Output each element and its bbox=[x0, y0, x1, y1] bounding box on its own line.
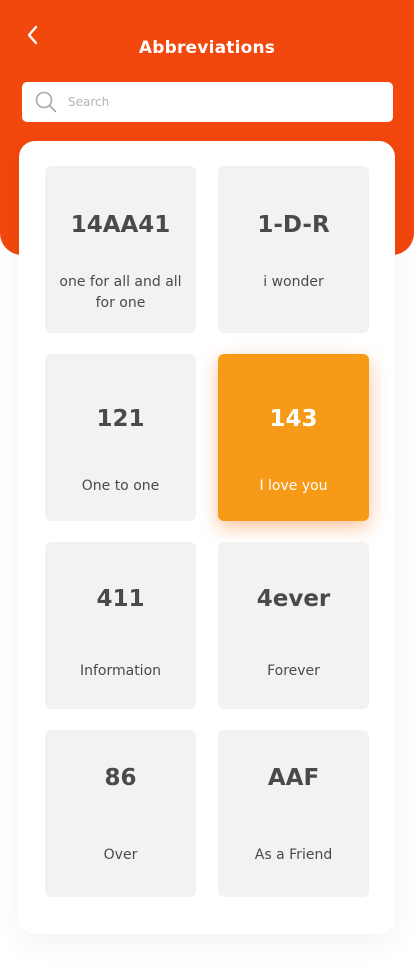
abbreviation-meaning: As a Friend bbox=[254, 847, 333, 863]
abbreviation-meaning: one for all and all for one bbox=[59, 274, 182, 311]
abbreviation-code: 143 bbox=[269, 406, 318, 432]
abbreviation-code: 86 bbox=[104, 765, 137, 791]
abbreviation-code: 1-D-R bbox=[257, 212, 330, 238]
abbreviation-card[interactable]: 121 One to one bbox=[45, 354, 196, 521]
abbreviation-meaning: i wonder bbox=[263, 274, 324, 290]
abbreviation-card[interactable]: 1-D-R i wonder bbox=[218, 166, 369, 333]
abbreviation-card[interactable]: AAF As a Friend bbox=[218, 730, 369, 897]
abbreviation-code: 4ever bbox=[256, 586, 331, 612]
abbreviation-card[interactable]: 4ever Forever bbox=[218, 542, 369, 709]
abbreviation-card[interactable]: 14AA41 one for all and all for one bbox=[45, 166, 196, 333]
search-icon bbox=[35, 91, 57, 113]
abbreviation-meaning: Forever bbox=[267, 663, 320, 679]
abbreviations-screen: Abbreviations 14AA41 one for all and all… bbox=[0, 0, 414, 979]
abbreviation-code: AAF bbox=[267, 765, 320, 791]
page-title: Abbreviations bbox=[138, 38, 276, 58]
abbreviations-panel: 14AA41 one for all and all for one 1-D-R… bbox=[19, 141, 395, 934]
abbreviation-meaning: I love you bbox=[259, 478, 328, 494]
abbreviation-meaning: Over bbox=[103, 847, 138, 863]
search-input[interactable] bbox=[68, 87, 368, 117]
abbreviation-code: 411 bbox=[96, 586, 145, 612]
abbreviation-meaning: Information bbox=[79, 663, 162, 679]
abbreviation-code: 14AA41 bbox=[70, 212, 171, 238]
search-bar[interactable] bbox=[22, 82, 393, 122]
abbreviations-grid: 14AA41 one for all and all for one 1-D-R… bbox=[45, 166, 369, 897]
abbreviation-meaning: One to one bbox=[81, 478, 160, 494]
abbreviation-code: 121 bbox=[96, 406, 145, 432]
abbreviation-card[interactable]: 411 Information bbox=[45, 542, 196, 709]
abbreviation-card[interactable]: 86 Over bbox=[45, 730, 196, 897]
abbreviation-card-selected[interactable]: 143 I love you bbox=[218, 354, 369, 521]
